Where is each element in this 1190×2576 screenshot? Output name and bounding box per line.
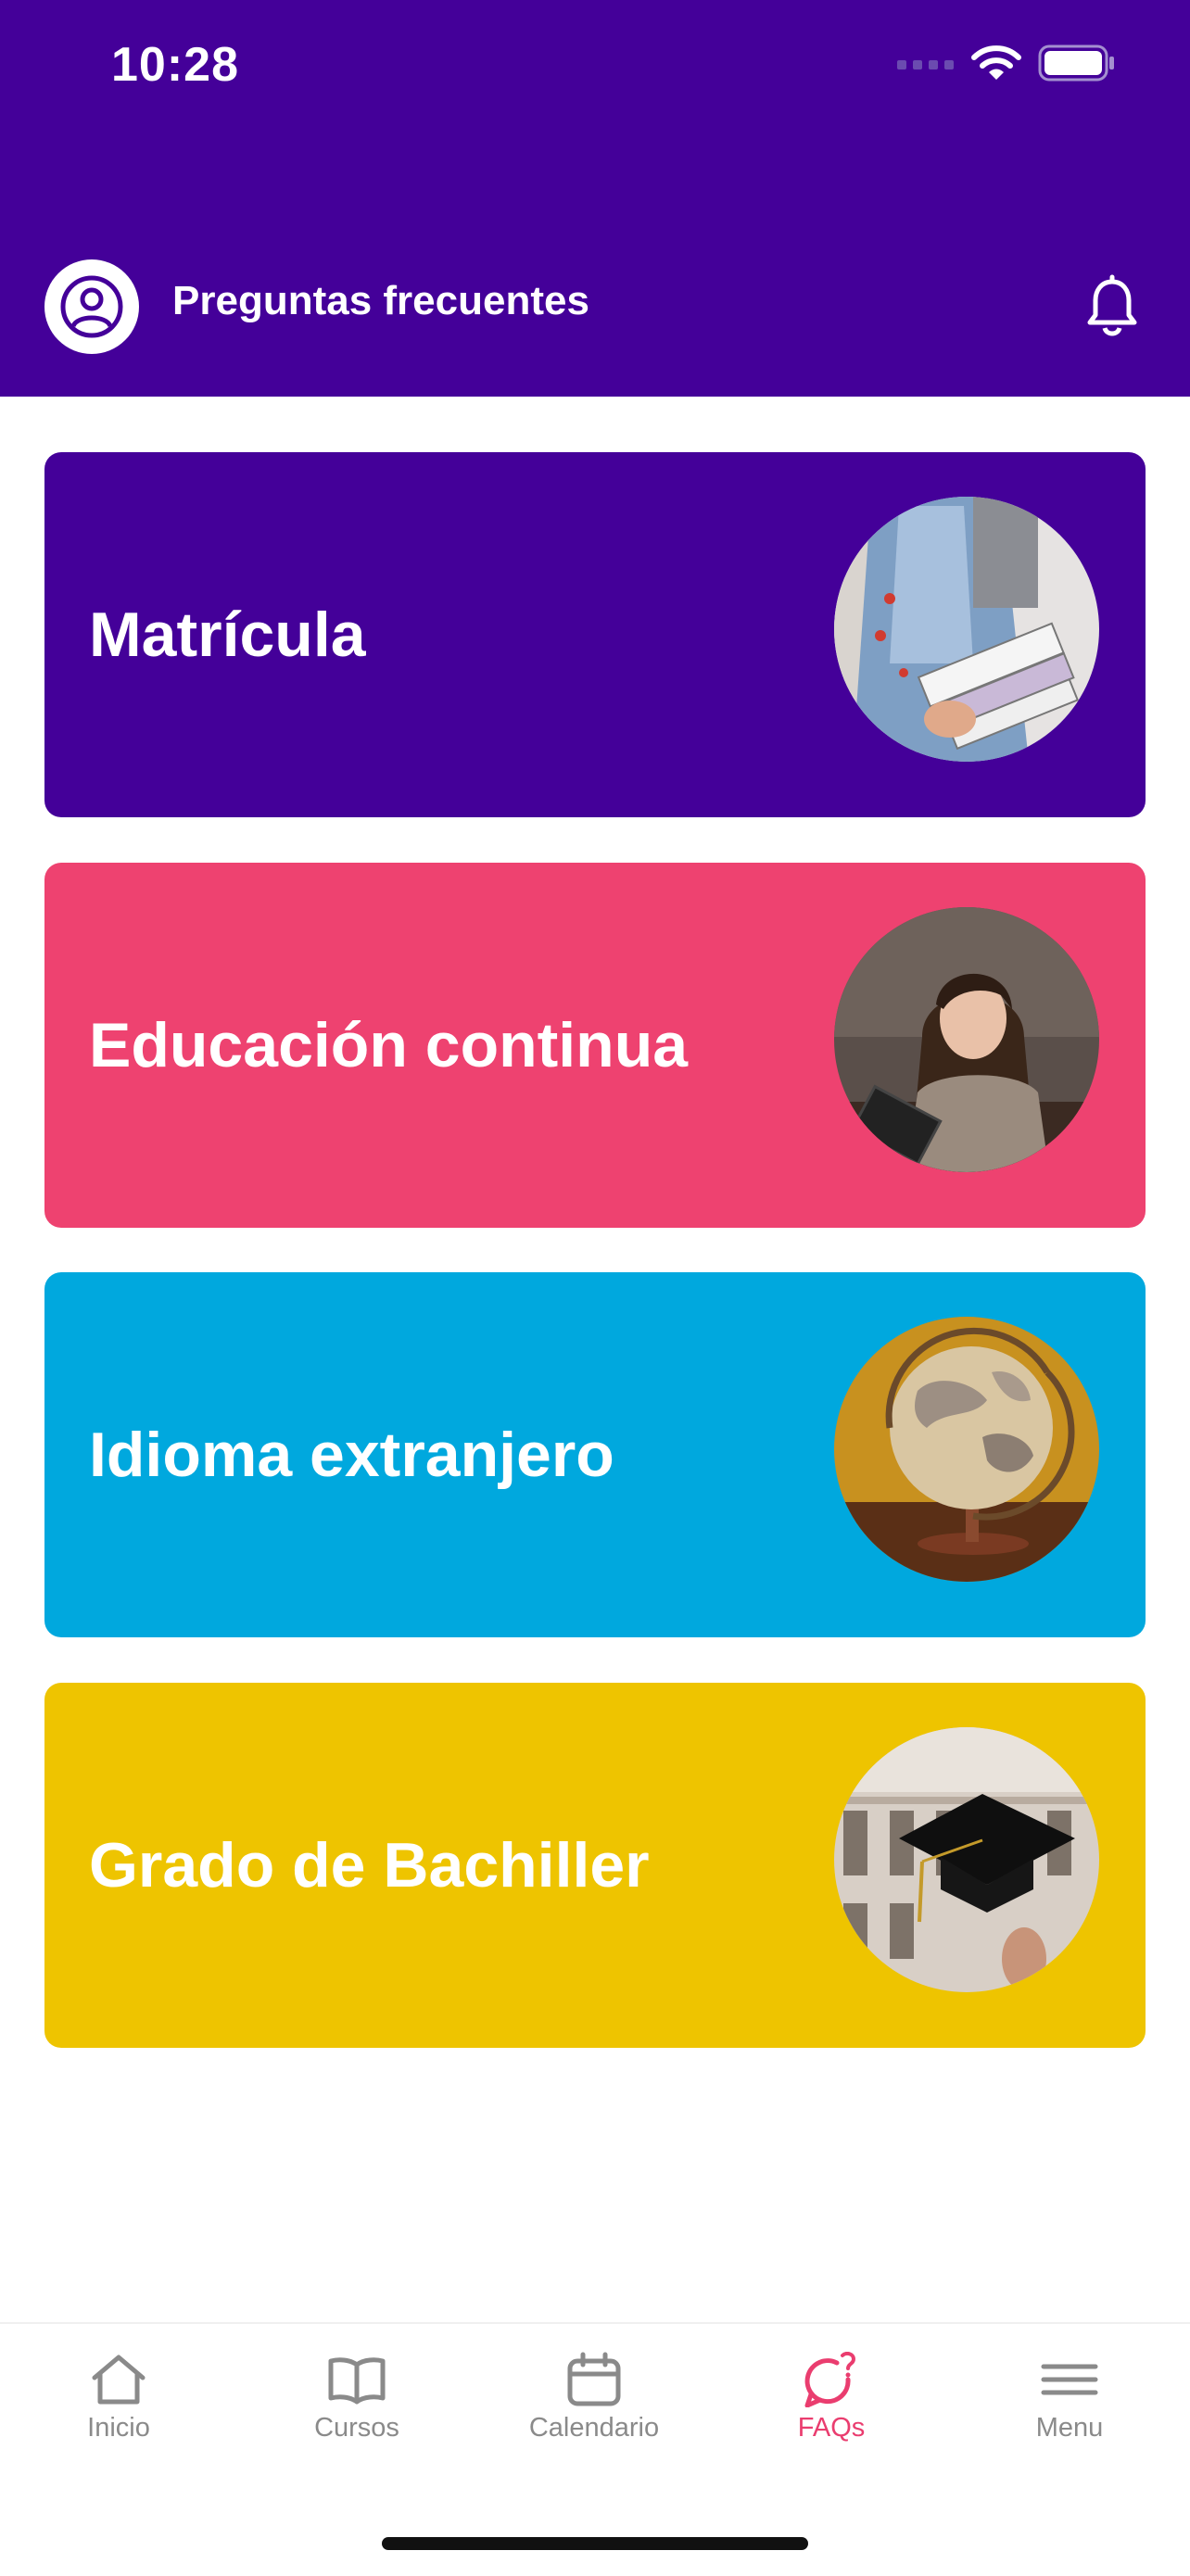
status-time: 10:28 — [111, 38, 239, 92]
faq-card-idioma-extranjero[interactable]: Idioma extranjero — [44, 1272, 1146, 1637]
faq-chat-icon — [804, 2352, 856, 2407]
home-indicator — [382, 2537, 808, 2550]
tab-label: FAQs — [797, 2413, 866, 2443]
faq-card-matricula[interactable]: Matrícula — [44, 452, 1146, 817]
notifications-button[interactable] — [1084, 274, 1140, 339]
smiling-woman-with-tablet-photo — [834, 907, 1099, 1172]
world-globe-photo — [834, 1317, 1099, 1582]
user-icon — [60, 275, 123, 338]
tab-cursos[interactable]: Cursos — [255, 2352, 459, 2472]
home-icon — [92, 2355, 146, 2405]
bell-icon — [1087, 274, 1137, 336]
book-icon — [328, 2357, 386, 2405]
card-label: Grado de Bachiller — [89, 1830, 650, 1900]
calendar-icon — [567, 2352, 621, 2406]
tab-menu[interactable]: Menu — [968, 2352, 1171, 2472]
cellular-signal-icon — [897, 60, 954, 69]
wifi-icon — [971, 45, 1021, 80]
tab-label: Inicio — [87, 2413, 150, 2443]
profile-avatar-button[interactable] — [44, 259, 139, 354]
menu-icon — [1041, 2364, 1098, 2395]
faq-card-grado-bachiller[interactable]: Grado de Bachiller — [44, 1683, 1146, 2048]
faq-card-educacion-continua[interactable]: Educación continua — [44, 863, 1146, 1228]
card-label: Idioma extranjero — [89, 1420, 614, 1490]
card-label: Matrícula — [89, 600, 366, 670]
student-holding-books-photo — [834, 497, 1099, 762]
app-header: 10:28 Preguntas frecuentes — [0, 0, 1190, 397]
tab-label: Menu — [1035, 2413, 1104, 2443]
tab-faqs[interactable]: FAQs — [729, 2352, 933, 2472]
tab-label: Cursos — [314, 2413, 399, 2443]
page-title: Preguntas frecuentes — [172, 278, 589, 323]
status-icons — [897, 44, 1116, 82]
battery-icon — [1038, 44, 1114, 82]
tab-calendario[interactable]: Calendario — [492, 2352, 696, 2472]
card-label: Educación continua — [89, 1010, 689, 1080]
graduation-cap-photo — [834, 1727, 1099, 1992]
tab-inicio[interactable]: Inicio — [17, 2352, 221, 2472]
tab-label: Calendario — [528, 2413, 660, 2443]
